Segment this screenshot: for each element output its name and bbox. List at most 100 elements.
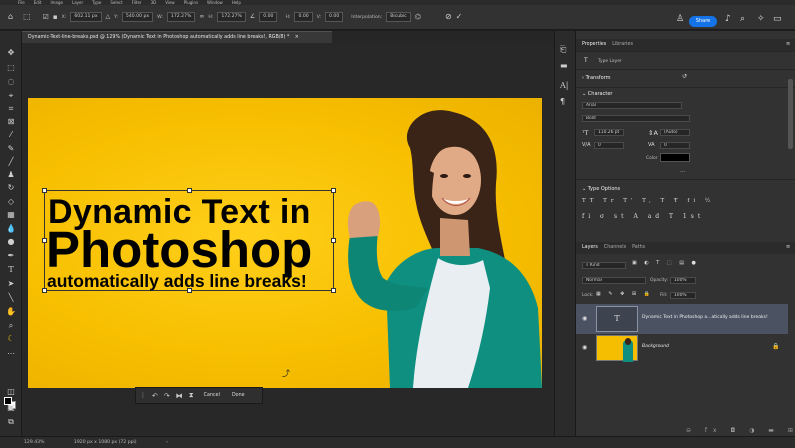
- canvas-area[interactable]: Dynamic Text in Photoshop automatically …: [22, 43, 554, 436]
- artboard-tool-icon[interactable]: ⬚: [4, 63, 18, 73]
- text-color-swatch[interactable]: [660, 153, 690, 162]
- paragraph-panel-icon[interactable]: ¶: [560, 97, 565, 106]
- leading-field[interactable]: (Auto): [660, 129, 690, 136]
- share-button[interactable]: Share: [689, 16, 717, 27]
- text-line-3[interactable]: automatically adds line breaks!: [47, 271, 307, 292]
- layer-name-text[interactable]: Dynamic Text in Photoshop a...atically a…: [642, 315, 768, 320]
- hskew-field[interactable]: 0.00: [294, 12, 313, 22]
- opacity-field[interactable]: 100%: [670, 277, 696, 284]
- drag-handle-icon[interactable]: ⋮: [140, 392, 146, 399]
- layer-kind-filter[interactable]: ⌕ Kind: [582, 262, 626, 269]
- tab-paths[interactable]: Paths: [632, 242, 645, 254]
- frame-tool-icon[interactable]: ⊠: [4, 117, 18, 127]
- history-panel-icon[interactable]: ⎗: [560, 45, 566, 55]
- learn-icon[interactable]: ✧: [757, 14, 765, 24]
- type-tool-icon[interactable]: T: [4, 265, 18, 275]
- search-icon[interactable]: ⌕: [740, 14, 745, 24]
- tab-layers[interactable]: Layers: [582, 242, 598, 254]
- width-field[interactable]: 172.27%: [166, 12, 196, 22]
- layer-name-background[interactable]: Background: [642, 344, 669, 349]
- flip-icon[interactable]: ⧓: [176, 392, 183, 400]
- warp-icon[interactable]: ⌬: [415, 12, 421, 22]
- layer-actions-bar[interactable]: ⊖ fx ◘ ◑ ▬ ⊞ ▥: [686, 427, 795, 434]
- panel-menu-icon[interactable]: ≡: [786, 41, 790, 47]
- pen-tool-icon[interactable]: ✒: [4, 251, 18, 261]
- eraser-tool-icon[interactable]: ◇: [4, 197, 18, 207]
- reset-transform-icon[interactable]: ↺: [682, 73, 687, 80]
- tab-properties[interactable]: Properties: [582, 39, 606, 51]
- handle-middle-right[interactable]: [331, 238, 336, 243]
- link-icon[interactable]: ∞: [199, 12, 204, 22]
- layer-row-background[interactable]: ◉ Background 🔒: [576, 333, 788, 363]
- transform-tool-icon[interactable]: ⬚: [23, 12, 31, 22]
- visibility-eye-icon[interactable]: ◉: [582, 344, 587, 351]
- height-field[interactable]: 172.27%: [217, 12, 246, 22]
- more-tools-icon[interactable]: ⋯: [4, 349, 18, 359]
- visibility-eye-icon[interactable]: ◉: [582, 315, 587, 322]
- vskew-field[interactable]: 0.00: [325, 12, 344, 22]
- y-field[interactable]: 540.00 px: [121, 12, 154, 22]
- font-family-select[interactable]: Arial: [582, 102, 682, 109]
- edit-toolbar-icon[interactable]: ⧉: [4, 417, 18, 427]
- more-options-button[interactable]: ...: [680, 167, 686, 174]
- home-icon[interactable]: ⌂: [8, 12, 13, 22]
- redo-icon[interactable]: ↷: [164, 392, 170, 400]
- lasso-tool-icon[interactable]: ◌: [4, 77, 18, 87]
- quick-mask-icon[interactable]: ◫: [4, 387, 18, 397]
- layers-menu-icon[interactable]: ≡: [786, 244, 790, 250]
- done-button[interactable]: Done: [232, 393, 245, 398]
- close-tab-icon[interactable]: ×: [295, 35, 299, 40]
- bell-icon[interactable]: ♪: [725, 14, 731, 24]
- move-tool-icon[interactable]: ✥: [4, 48, 18, 58]
- history-brush-icon[interactable]: ↻: [4, 183, 18, 193]
- undo-icon[interactable]: ↶: [152, 392, 158, 400]
- screen-mode-icon[interactable]: ▣: [4, 403, 18, 413]
- angle-field[interactable]: 0.00: [259, 12, 278, 22]
- tracking-field[interactable]: 0: [660, 142, 690, 149]
- healing-brush-icon[interactable]: ✎: [4, 144, 18, 154]
- layer-filter-icons[interactable]: ▣ ◐ T ⬚ ▤ ●: [632, 260, 699, 266]
- properties-scrollbar[interactable]: [788, 79, 793, 149]
- crop-tool-icon[interactable]: ⌗: [4, 104, 18, 114]
- gradient-tool-icon[interactable]: ▦: [4, 210, 18, 220]
- x-field[interactable]: 602.11 px: [70, 12, 102, 22]
- commit-transform-icon[interactable]: ✓: [456, 12, 463, 22]
- tab-libraries[interactable]: Libraries: [612, 39, 633, 51]
- reference-point-icon[interactable]: ▪: [53, 12, 58, 22]
- eyedropper-icon[interactable]: ⁄: [4, 130, 18, 140]
- brush-tool-icon[interactable]: ╱: [4, 157, 18, 167]
- hourglass-icon[interactable]: ⧗: [189, 391, 194, 400]
- workspace-icon[interactable]: ▭: [773, 14, 782, 24]
- document-tab[interactable]: Dynamic-Text-line-breaks.psd @ 129% (Dyn…: [22, 31, 332, 43]
- hand-tool-icon[interactable]: ✋: [4, 307, 18, 317]
- relative-position-icon[interactable]: △: [106, 12, 111, 22]
- search-doc-icon[interactable]: ♙: [676, 14, 684, 24]
- character-panel-icon[interactable]: A|: [560, 81, 568, 90]
- comments-panel-icon[interactable]: ▬: [560, 61, 568, 70]
- document-size-readout[interactable]: 1920 px x 1080 px (72 ppi): [74, 440, 137, 445]
- layer-row-text[interactable]: ◉ T Dynamic Text in Photoshop a...atical…: [576, 304, 788, 334]
- document-canvas[interactable]: Dynamic Text in Photoshop automatically …: [28, 98, 542, 388]
- type-options-row2[interactable]: fi σ st A ad T 1st: [582, 213, 704, 220]
- blend-mode-select[interactable]: Normal: [582, 277, 646, 284]
- cancel-transform-icon[interactable]: ⊘: [445, 12, 452, 22]
- status-arrow-icon[interactable]: ›: [166, 440, 168, 445]
- object-select-icon[interactable]: ⌖: [4, 91, 18, 101]
- shape-tool-icon[interactable]: ╲: [4, 293, 18, 303]
- path-select-icon[interactable]: ➤: [4, 279, 18, 289]
- lock-icons[interactable]: ▦ ✎ ✥ ⊞ 🔒: [596, 291, 653, 297]
- interpolation-select[interactable]: Bicubic: [386, 12, 411, 22]
- kerning-field[interactable]: 0: [594, 142, 624, 149]
- handle-bottom-right[interactable]: [331, 288, 336, 293]
- character-section[interactable]: ⌄ Character: [582, 91, 612, 97]
- tab-channels[interactable]: Channels: [604, 242, 626, 254]
- font-style-select[interactable]: Bold: [582, 115, 690, 122]
- transform-section[interactable]: › Transform: [582, 75, 610, 81]
- font-size-field[interactable]: 110.26 pt: [594, 129, 624, 136]
- type-options-section[interactable]: ⌄ Type Options: [582, 186, 620, 192]
- blur-tool-icon[interactable]: 💧: [4, 224, 18, 234]
- handle-top-left[interactable]: [42, 188, 47, 193]
- stamp-tool-icon[interactable]: ♟: [4, 170, 18, 180]
- zoom-readout[interactable]: 129.43%: [24, 440, 44, 445]
- reference-point-checkbox[interactable]: ☑: [43, 12, 49, 22]
